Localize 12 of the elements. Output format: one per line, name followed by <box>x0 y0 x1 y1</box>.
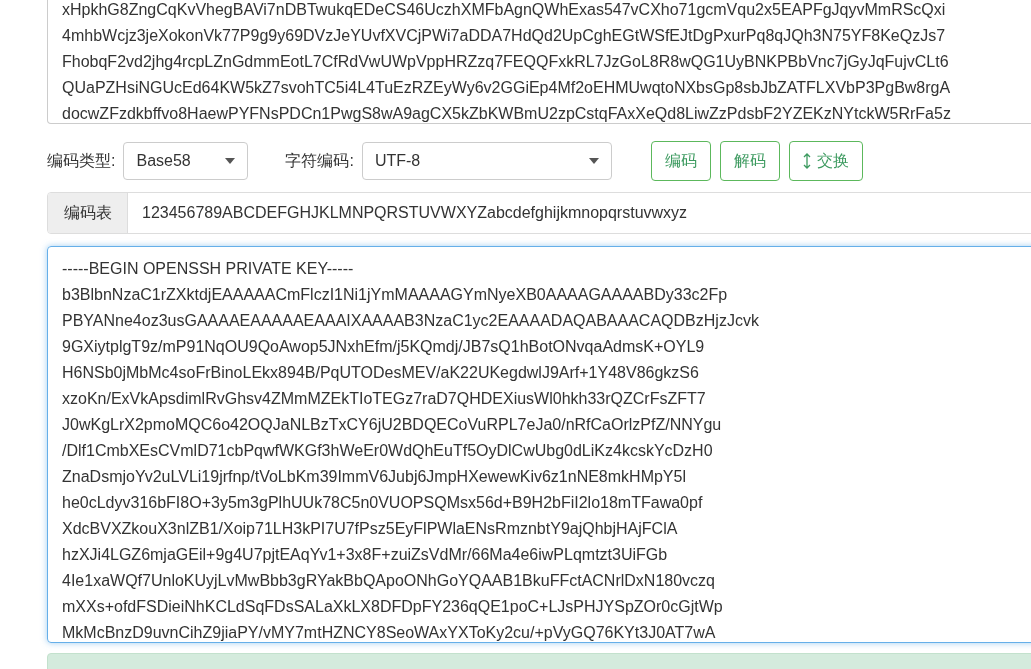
text-area[interactable]: xHpkhG8ZngCqKvVhegBAVi7nDBTwukqEDeCS46UczhXMFbAgnQWhExas547vCXho71gcmVqu2x5EAPFgJqyvMmRScQxi 4mhbWcjz3jeXokonVk77P9g9y69DVzJeYUvfXVCjPWi7aDDA7HdQd2UpCghEGtWSfEJtDgPxurPq8qJQh3N75YF8KeQzJs7 FhobqF2vd2jhg4rcpLZnGdmmEotL7CfRdVwUWpVppHRZzq7FEQQFxkRL7JzGoL8R8wQG1UyBNKPBbVnc7jGyJqFujvCLt6 QUaPZHsiNGUcEd64KW5kZ7svohTC5i4L4TuEzRZEyWy6v2GGiEp4Mf2oEHMUwqtoNXbsGp8sbJbZATFLXVbP3PgBw8rgA docwZFzdkbffvo8HaewPYFNsPDCn1PwgS8wA9agCX5kZbKWBmU2zpCstqFAxXeQd8LiwZzPdsbF2YZEKzNYtckW5RrFa5z <box>47 0 1031 124</box>
action-button[interactable]: 解码 <box>719 141 780 181</box>
field-label: 字符编码: <box>285 150 354 171</box>
swap-button[interactable]: 交换 <box>788 141 863 181</box>
text-area[interactable]: -----BEGIN OPENSSH PRIVATE KEY----- b3BlbnNzaC1rZXktdjEAAAAACmFlczI1Ni1jYmMAAAAGYmNyeXB0AAAAGAAAABDy33c2Fp PBYANne4oz3usGAAAAEAAAAAEAAAIXAAAAB3NzaC1yc2EAAAADAQABAAACAQDBzHjzJcvk 9GXiytplgT9z/mP91NqOU9QoAwop5JNxhEfm/j5KQmdj/JB7sQ1hBotONvqaAdmsK+OYL9 H6NSb0jMbMc4soFrBinoLEkx894B/PqUTODesMEV/aK22UKegdwlJ9Arf+1Y48V86gkzS6 xzoKn/ExVkApsdimlRvGhsv4ZMmMZEkTIoTEGz7raD7QHDEXiusWl0hkh33rQZCrFsZFT7 J0wKgLrX2pmoMQC6o42OQJaNLBzTxCY6jU2BDQECoVuRPL7eJa0/nRfCaOrlzPfZ/NNYgu /Dlf1CmbXEsCVmlD71cbPqwfWKGf3hWeEr0WdQhEuTf5OyDlCwUbg0dLiKz4kcskYcDzH0 ZnaDsmjoYv2uLVLi19jrfnp/tVoLbKm39ImmV6Jubj6JmpHXewewKiv6z1nNE8mkHMpY5l he0cLdyv316bFI8O+3y5m3gPlhUUk78C5n0VUOPSQMsx56d+B9H2bFiI2lo18mTFawa0pf XdcBVXZkouX3nlZB1/Xoip71LH3kPI7U7fPsz5EyFlPWlaENsRmznbtY9ajQhbjHAjFClA hzXJi4LGZ6mjaGEil+9g4U7pjtEAqYv1+3x8F+zuiZsVdMr/66Ma4e6iwPLqmtzt3UiFGb 4Ie1xaWQf7UnloKUyjLvMwBbb3gRYakBbQApoONhGoYQAAB1BkuFFctACNrlDxN180vczq mXXs+ofdFSDieiNhKCLdSqFDsSALaXkLX8DFDpFY236qQE1poC+LJsPHJYSpZOr0cGjtWp MkMcBnzD9uvnCihZ9jiaPY/vMY7mtHZNCY8SeoWAxYXToKy2cu/+pVyGQ76KYt3J0AT7wA <box>47 246 1031 643</box>
caret-icon <box>225 158 236 164</box>
caret-icon <box>588 158 599 164</box>
field-label: 编码类型: <box>47 150 116 171</box>
action-button[interactable]: 编码 <box>650 141 711 181</box>
select-field[interactable]: UTF-8 <box>361 142 612 180</box>
select-field[interactable]: Base58 <box>123 142 249 180</box>
swap-vertical-icon <box>802 153 811 169</box>
